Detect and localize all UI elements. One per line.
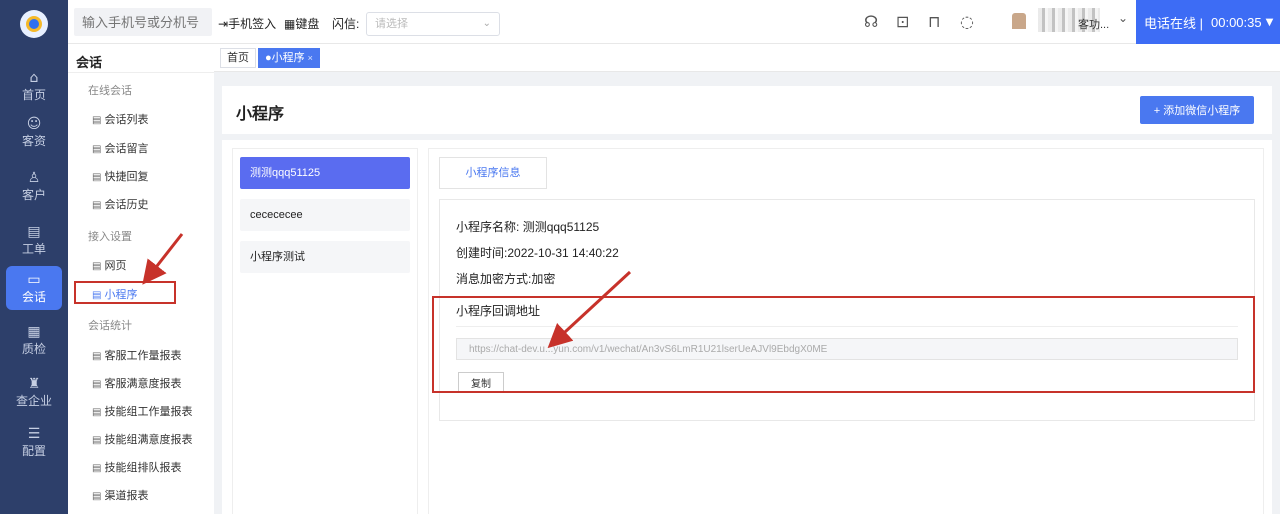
tab-mini-program[interactable]: ●小程序 ×: [258, 48, 320, 68]
close-icon[interactable]: ×: [308, 53, 313, 63]
document-icon: ▤: [92, 435, 102, 446]
tab-mini-program-info[interactable]: 小程序信息: [439, 157, 547, 189]
sidebar-item-agent-workload[interactable]: ▤ 客服工作量报表: [92, 347, 181, 363]
document-icon: ▤: [92, 407, 102, 418]
document-icon: ▤: [92, 200, 102, 211]
page-title: 小程序: [236, 106, 285, 123]
annotation-box-sidebar: [74, 281, 176, 304]
caret-down-icon[interactable]: ▼: [1266, 17, 1274, 28]
document-icon: ▤: [92, 172, 102, 183]
sidebar-item-group-satisfaction[interactable]: ▤ 技能组满意度报表: [92, 431, 192, 447]
group-access-settings: 接入设置: [88, 231, 132, 243]
encryption-mode: 加密: [531, 272, 556, 286]
sidebar-item-agent-satisfaction[interactable]: ▤ 客服满意度报表: [92, 375, 181, 391]
group-chat-stats: 会话统计: [88, 320, 132, 332]
rail-item-chat[interactable]: ▭ 会话: [6, 266, 62, 310]
sign-in-icon: ⇥: [218, 17, 229, 31]
phone-status-bar[interactable]: 电话在线 | 00:00:35 ▼: [1136, 0, 1280, 44]
monitor-icon[interactable]: ⊡: [896, 13, 909, 31]
app-logo: [20, 10, 48, 38]
add-wechat-mini-program-button[interactable]: + 添加微信小程序: [1140, 96, 1254, 124]
document-icon: ▤: [92, 379, 102, 390]
rail-item-customer[interactable]: ♙ 客户: [0, 164, 68, 208]
document-icon: ▤: [92, 351, 102, 362]
rail-item-company[interactable]: ♜ 查企业: [0, 370, 68, 414]
phone-status: 电话在线 |: [1144, 15, 1203, 31]
config-icon: ☰: [27, 425, 41, 442]
sidebar-item-webpage[interactable]: ▤ 网页: [92, 257, 126, 273]
annotation-box-callback: [432, 296, 1255, 393]
username[interactable]: 客功...: [1078, 16, 1109, 32]
chevron-down-icon[interactable]: ⌄: [1118, 11, 1128, 25]
book-icon[interactable]: ⊓: [928, 13, 940, 31]
encryption-row: 消息加密方式:加密: [456, 272, 556, 286]
rail-item-home[interactable]: ⌂ 首页: [0, 64, 68, 108]
message-icon[interactable]: ◌: [960, 13, 974, 31]
document-icon: ▤: [92, 261, 102, 272]
headset-icon[interactable]: ☊: [864, 13, 878, 31]
document-icon: ▤: [92, 115, 102, 126]
rail-item-ticket[interactable]: ▤ 工单: [0, 218, 68, 262]
ticket-icon: ▤: [27, 223, 41, 240]
list-item[interactable]: 测测qqq51125: [240, 157, 410, 189]
sidebar-item-channel-report[interactable]: ▤ 渠道报表: [92, 487, 148, 503]
keyboard-icon: ▦: [284, 17, 296, 31]
company-icon: ♜: [27, 375, 41, 392]
chat-icon: ▭: [27, 271, 41, 288]
list-item[interactable]: cecececee: [240, 199, 410, 231]
created-time: 2022-10-31 14:40:22: [507, 246, 619, 260]
document-icon: ▤: [92, 491, 102, 502]
subnav-title: 会话: [76, 55, 103, 70]
sidebar-item-group-queue[interactable]: ▤ 技能组排队报表: [92, 459, 181, 475]
tab-bar: 首页 ●小程序 ×: [214, 44, 1280, 72]
phone-number-input[interactable]: [74, 8, 212, 36]
page-header: 小程序 + 添加微信小程序: [222, 86, 1272, 134]
sidebar-item-chat-list[interactable]: ▤ 会话列表: [92, 111, 148, 127]
sidebar-item-quick-reply[interactable]: ▤ 快捷回复: [92, 168, 148, 184]
tab-home[interactable]: 首页: [220, 48, 256, 68]
rail-item-leads[interactable]: ☺ 客资: [0, 110, 68, 154]
flash-select[interactable]: 请选择 ⌄: [366, 12, 500, 36]
home-icon: ⌂: [29, 69, 39, 86]
mini-program-list: 测测qqq51125 cecececee 小程序测试: [232, 148, 418, 514]
leads-icon: ☺: [26, 115, 42, 132]
chevron-down-icon: ⌄: [482, 18, 491, 29]
sign-in-button[interactable]: ⇥手机签入: [218, 15, 276, 32]
flash-label: 闪信:: [332, 17, 360, 31]
document-icon: ▤: [92, 463, 102, 474]
group-online-chat: 在线会话: [88, 85, 132, 97]
sidebar-item-group-workload[interactable]: ▤ 技能组工作量报表: [92, 403, 192, 419]
left-rail: ⌂ 首页 ☺ 客资 ♙ 客户 ▤ 工单 ▭ 会话 ▦ 质检 ♜ 查企业 ☰ 配置: [0, 0, 68, 514]
call-timer: 00:00:35: [1211, 14, 1262, 30]
rail-item-config[interactable]: ☰ 配置: [0, 420, 68, 464]
sidebar-item-chat-history[interactable]: ▤ 会话历史: [92, 196, 148, 212]
keyboard-button[interactable]: ▦键盘: [284, 15, 319, 32]
list-item[interactable]: 小程序测试: [240, 241, 410, 273]
inspect-icon: ▦: [27, 323, 41, 340]
sidebar-item-chat-messages[interactable]: ▤ 会话留言: [92, 140, 148, 156]
document-icon: ▤: [92, 144, 102, 155]
secondary-sidebar: 会话 在线会话 ▤ 会话列表 ▤ 会话留言 ▤ 快捷回复 ▤ 会话历史 接入设置 ▤ 网页…: [68, 44, 214, 514]
avatar[interactable]: [1012, 13, 1026, 29]
created-row: 创建时间:2022-10-31 14:40:22: [456, 246, 619, 260]
name-row: 小程序名称: 测测qqq51125: [456, 220, 600, 234]
top-bar: ⇥手机签入 ▦键盘 闪信: 请选择 ⌄ ☊ ⊡ ⊓ ◌ 客功... ⌄ 电话在线…: [68, 0, 1280, 44]
mini-program-name: 测测qqq51125: [522, 220, 600, 234]
rail-item-inspect[interactable]: ▦ 质检: [0, 318, 68, 362]
customer-icon: ♙: [27, 169, 41, 186]
